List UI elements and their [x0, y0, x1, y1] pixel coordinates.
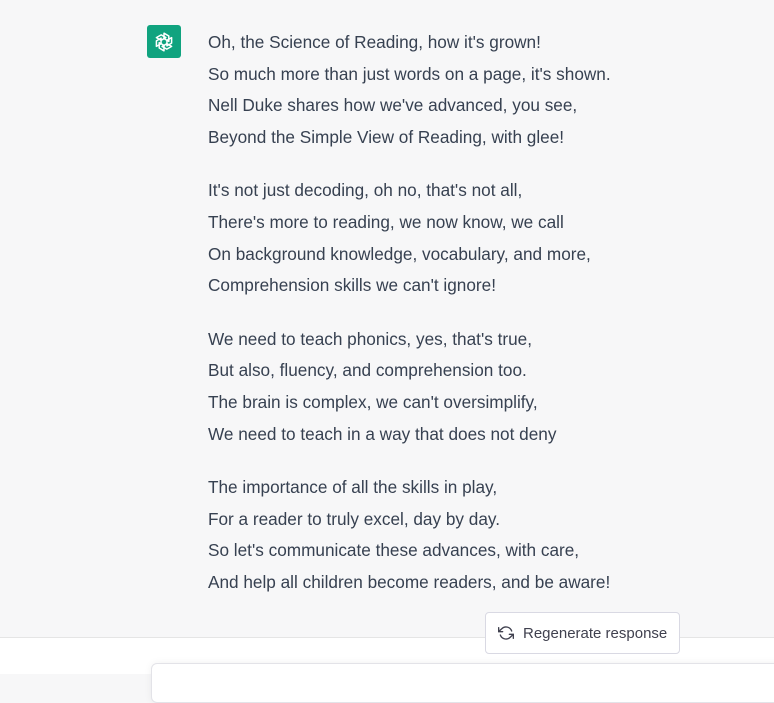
poem-line: Beyond the Simple View of Reading, with … [208, 126, 565, 147]
poem-line: So let's communicate these advances, wit… [208, 540, 580, 561]
poem-line: Comprehension skills we can't ignore! [208, 275, 496, 296]
poem-line: Nell Duke shares how we've advanced, you… [208, 95, 578, 116]
poem-line: It's not just decoding, oh no, that's no… [208, 180, 523, 201]
poem-stanza: It's not just decoding, oh no, that's no… [208, 175, 728, 301]
poem-line: We need to teach in a way that does not … [208, 423, 557, 444]
poem-line: There's more to reading, we now know, we… [208, 211, 564, 232]
poem-line: So much more than just words on a page, … [208, 63, 611, 84]
poem-line: And help all children become readers, an… [208, 571, 611, 592]
poem-line: But also, fluency, and comprehension too… [208, 360, 527, 381]
poem-line: The brain is complex, we can't oversimpl… [208, 391, 538, 412]
assistant-avatar [147, 25, 181, 58]
poem-stanza: We need to teach phonics, yes, that's tr… [208, 324, 728, 450]
poem-stanza: The importance of all the skills in play… [208, 472, 728, 598]
assistant-message: Oh, the Science of Reading, how it's gro… [0, 0, 774, 637]
poem-stanza: Oh, the Science of Reading, how it's gro… [208, 27, 728, 153]
openai-logo-icon [153, 31, 175, 52]
poem-line: Oh, the Science of Reading, how it's gro… [208, 32, 541, 52]
message-content: Oh, the Science of Reading, how it's gro… [208, 27, 728, 621]
prompt-input[interactable] [151, 663, 774, 703]
poem-line: The importance of all the skills in play… [208, 477, 498, 498]
poem-line: For a reader to truly excel, day by day. [208, 508, 501, 529]
refresh-icon [498, 625, 514, 641]
regenerate-label: Regenerate response [523, 624, 668, 642]
poem-line: We need to teach phonics, yes, that's tr… [208, 328, 532, 349]
regenerate-response-button[interactable]: Regenerate response [485, 612, 680, 654]
poem-line: On background knowledge, vocabulary, and… [208, 243, 591, 264]
